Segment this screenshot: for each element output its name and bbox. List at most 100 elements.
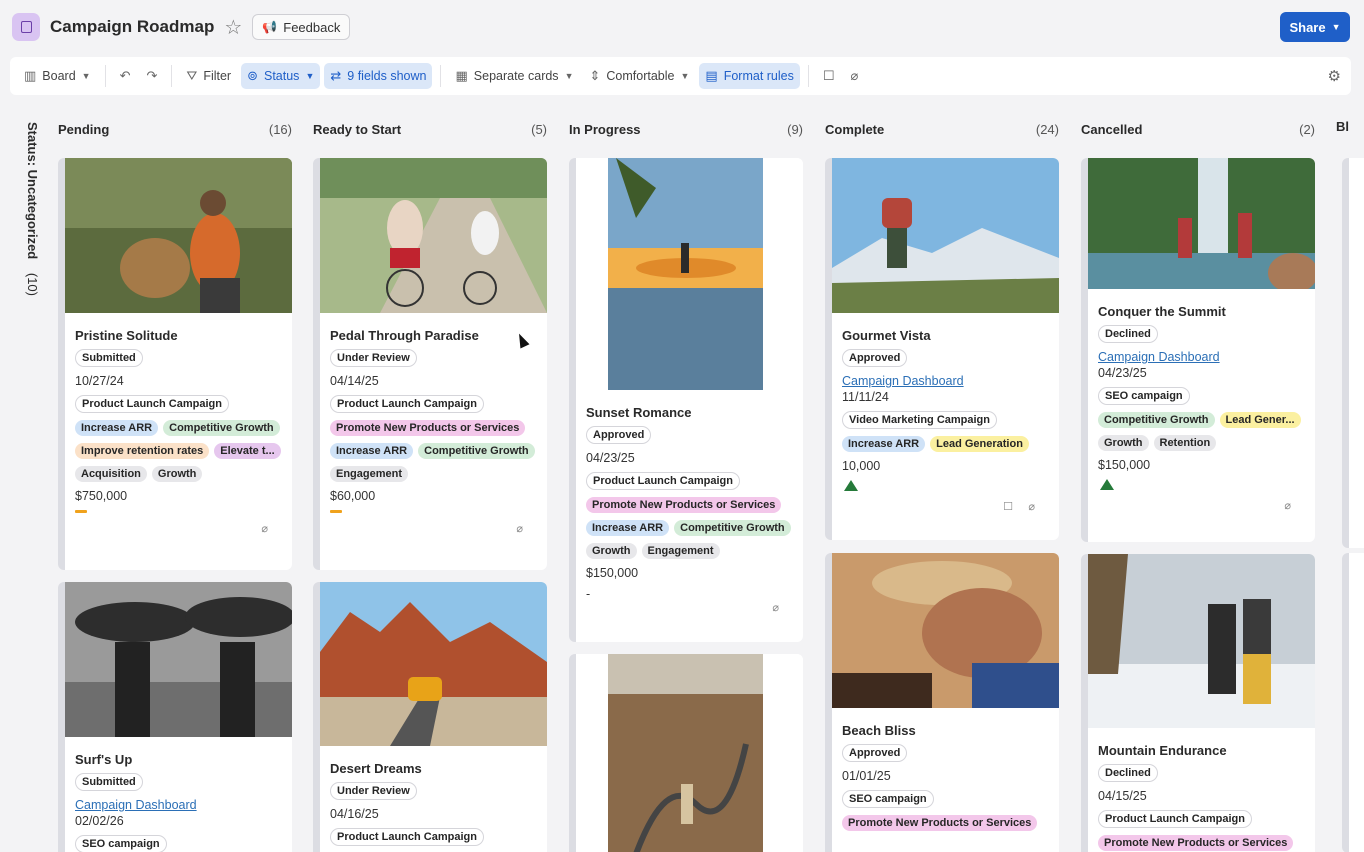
stage-tag: Retention [1153, 435, 1217, 451]
status-badge: Submitted [75, 349, 143, 367]
card-image [832, 158, 1059, 313]
card-title: Mountain Endurance [1098, 743, 1227, 758]
column-in-progress: In Progress (9) [569, 118, 803, 140]
star-icon[interactable]: ☆ [224, 15, 242, 40]
card-date: 02/02/26 [75, 814, 124, 828]
card-beach-bliss[interactable]: Beach Bliss Approved 01/01/25 SEO campai… [825, 553, 1059, 852]
gear-icon[interactable]: ⚙ [1328, 67, 1341, 85]
filter-button[interactable]: ⛛ Filter [180, 63, 237, 89]
column-name: Pending [58, 121, 110, 137]
separate-cards-button[interactable]: ▦ Separate cards ▼ [449, 63, 579, 89]
goal-tag: Promote New Products or Services [586, 497, 782, 513]
priority-medium-icon [75, 510, 87, 513]
undo-button[interactable]: ↶ [114, 63, 137, 89]
card-image [65, 582, 292, 737]
dashboard-link[interactable]: Campaign Dashboard [842, 374, 1049, 388]
stage-tag: Growth [1098, 435, 1149, 451]
comment-button[interactable]: ☐ [817, 63, 841, 89]
format-label: Format rules [723, 69, 794, 83]
goal-tag: Increase ARR [842, 436, 926, 452]
card-title: Gourmet Vista [842, 328, 931, 343]
card-title: Pedal Through Paradise [330, 328, 479, 343]
campaign-tag: SEO campaign [1098, 387, 1190, 405]
paperclip-icon[interactable]: ⌀ [516, 522, 523, 535]
card-pedal-through-paradise[interactable]: Pedal Through Paradise Under Review 04/1… [313, 158, 547, 570]
goal-tag: Competitive Growth [418, 443, 535, 459]
dashboard-link[interactable]: Campaign Dashboard [1098, 350, 1305, 364]
page-title: Campaign Roadmap [50, 17, 215, 36]
goal-tag: Competitive Growth [1098, 412, 1215, 428]
divider [807, 65, 809, 87]
status-group-button[interactable]: ⊚ Status ▼ [241, 63, 321, 89]
card-date: 04/16/25 [330, 807, 379, 821]
card-date: 04/23/25 [586, 451, 635, 465]
divider [104, 65, 106, 87]
card-surfs-up[interactable]: Surf's Up Submitted Campaign Dashboard 0… [58, 582, 292, 852]
campaign-tag: Product Launch Campaign [586, 472, 740, 490]
card-mountain-endurance[interactable]: Mountain Endurance Declined 04/15/25 Pro… [1081, 554, 1315, 852]
column-header: Complete (24) [825, 118, 1059, 140]
fields-shown-button[interactable]: ⇄ 9 fields shown [324, 63, 433, 89]
card-canyon-road[interactable] [569, 654, 803, 852]
column-count: (5) [531, 121, 547, 137]
cards-icon: ▦ [455, 68, 468, 83]
dashboard-link[interactable]: Campaign Dashboard [75, 798, 282, 812]
comment-icon[interactable]: ☐ [1003, 500, 1013, 513]
paperclip-icon[interactable]: ⌀ [261, 522, 268, 535]
status-label: Status [264, 69, 300, 83]
paperclip-icon[interactable]: ⌀ [1284, 499, 1291, 512]
card-conquer-the-summit[interactable]: Conquer the Summit Declined Campaign Das… [1081, 158, 1315, 542]
density-button[interactable]: ⇕ Comfortable ▼ [583, 63, 695, 89]
paperclip-icon[interactable]: ⌀ [772, 601, 779, 614]
campaign-tag: Product Launch Campaign [75, 395, 229, 413]
card-image [832, 553, 1059, 708]
paperclip-icon[interactable]: ⌀ [1028, 500, 1035, 513]
paperclip-icon: ⌀ [850, 68, 859, 83]
uncategorized-column[interactable]: Status: Uncategorized (10) [18, 122, 40, 302]
column-partial: Bl [1336, 118, 1349, 136]
status-badge: Approved [842, 744, 908, 762]
fields-icon: ⇄ [330, 68, 342, 83]
card-image [576, 654, 803, 852]
column-header: Pending (16) [58, 118, 292, 140]
board-view-button[interactable]: ▥ Board ▼ [18, 63, 97, 89]
priority-high-icon [1100, 479, 1114, 490]
card-budget: $150,000 [586, 566, 639, 580]
campaign-tag: SEO campaign [75, 835, 167, 852]
column-name: Cancelled [1081, 121, 1143, 137]
card-desert-dreams[interactable]: Desert Dreams Under Review 04/16/25 Prod… [313, 582, 547, 852]
share-button[interactable]: Share ▼ [1280, 12, 1350, 42]
chevron-down-icon: ▼ [564, 71, 574, 81]
card-image [320, 158, 547, 313]
feedback-label: Feedback [283, 19, 341, 35]
card-partial[interactable] [1342, 158, 1364, 548]
card-date: 04/14/25 [330, 374, 379, 388]
divider [440, 65, 442, 87]
column-name: Complete [825, 121, 885, 137]
stage-tag: Growth [151, 466, 203, 482]
card-partial[interactable] [1342, 553, 1364, 852]
format-rules-button[interactable]: ▤ Format rules [699, 63, 800, 89]
column-count: (24) [1035, 121, 1059, 137]
redo-button[interactable]: ↷ [140, 63, 163, 89]
card-sunset-romance[interactable]: Sunset Romance Approved 04/23/25 Product… [569, 158, 803, 642]
card-title: Beach Bliss [842, 723, 916, 738]
status-badge: Declined [1098, 764, 1158, 782]
card-pristine-solitude[interactable]: Pristine Solitude Submitted 10/27/24 Pro… [58, 158, 292, 570]
board-icon: ▥ [24, 68, 37, 83]
column-cancelled: Cancelled (2) [1081, 118, 1315, 140]
feedback-button[interactable]: 📢 Feedback [252, 14, 351, 40]
card-gourmet-vista[interactable]: Gourmet Vista Approved Campaign Dashboar… [825, 158, 1059, 540]
density-label: Comfortable [606, 69, 675, 83]
card-title: Desert Dreams [330, 761, 422, 776]
column-count: (16) [268, 121, 292, 137]
card-date: 01/01/25 [842, 769, 891, 783]
attachment-button[interactable]: ⌀ [845, 63, 865, 89]
status-badge: Declined [1098, 325, 1158, 343]
group-icon: ⊚ [247, 68, 258, 83]
card-date: 10/27/24 [75, 374, 124, 388]
status-badge: Approved [842, 349, 908, 367]
column-ready-to-start: Ready to Start (5) [313, 118, 547, 140]
app-icon[interactable] [12, 13, 40, 41]
stage-tag: Engagement [641, 543, 720, 559]
